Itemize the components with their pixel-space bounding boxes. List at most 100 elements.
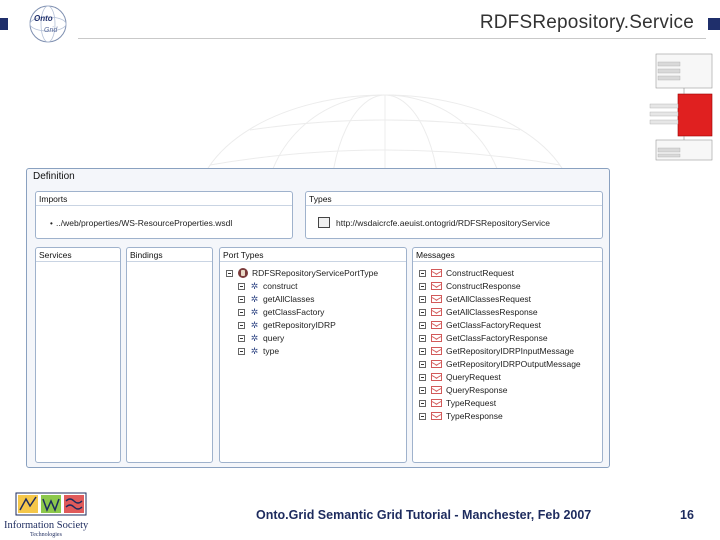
- messages-divider: [413, 261, 602, 262]
- message-icon: [431, 412, 442, 420]
- services-title: Services: [39, 250, 72, 260]
- expand-icon[interactable]: [419, 360, 426, 368]
- expand-icon[interactable]: [419, 347, 426, 355]
- message-label: GetClassFactoryRequest: [446, 320, 541, 330]
- operation-item[interactable]: ✲ getRepositoryIDRP: [238, 320, 336, 330]
- message-icon: [431, 282, 442, 290]
- org-sub-label: Technologies: [30, 532, 62, 538]
- message-icon: [431, 360, 442, 368]
- operation-label: type: [263, 346, 280, 356]
- operation-icon: ✲: [250, 345, 259, 356]
- bindings-section: Bindings: [126, 247, 213, 463]
- message-icon: [431, 269, 442, 277]
- types-divider: [306, 205, 602, 206]
- services-section: Services: [35, 247, 121, 463]
- ontogrid-logo: Onto Grid: [29, 5, 67, 43]
- message-item[interactable]: ConstructRequest: [419, 268, 514, 278]
- message-label: GetRepositoryIDRPInputMessage: [446, 346, 575, 356]
- port-types-title: Port Types: [223, 250, 264, 260]
- message-icon: [431, 347, 442, 355]
- page-title: RDFSRepository.Service: [479, 12, 694, 33]
- expand-icon[interactable]: [238, 295, 245, 303]
- message-label: ConstructResponse: [446, 281, 521, 291]
- expand-icon[interactable]: [238, 321, 245, 329]
- message-icon: [431, 308, 442, 316]
- wsdl-definition-panel: Definition Imports • ../web/properties/WS…: [26, 168, 610, 468]
- message-label: GetAllClassesRequest: [446, 294, 532, 304]
- expand-icon[interactable]: [419, 321, 426, 329]
- definition-title: Definition: [33, 171, 75, 182]
- bindings-title: Bindings: [130, 250, 163, 260]
- message-item[interactable]: GetClassFactoryRequest: [419, 320, 541, 330]
- message-icon: [431, 386, 442, 394]
- imports-section: Imports • ../web/properties/WS-ResourcePr…: [35, 191, 293, 239]
- types-title: Types: [309, 194, 332, 204]
- header-square-right: [708, 18, 720, 30]
- types-url[interactable]: http://wsdaicrcfe.aeuist.ontogrid/RDFSRe…: [336, 218, 550, 228]
- operation-label: getAllClasses: [263, 294, 315, 304]
- message-item[interactable]: GetAllClassesResponse: [419, 307, 538, 317]
- expand-icon[interactable]: [419, 295, 426, 303]
- expand-icon[interactable]: [238, 347, 245, 355]
- message-label: GetAllClassesResponse: [446, 307, 538, 317]
- import-item[interactable]: • ../web/properties/WS-ResourceProperties…: [50, 218, 232, 228]
- message-item[interactable]: ConstructResponse: [419, 281, 521, 291]
- expand-icon[interactable]: [419, 412, 426, 420]
- operation-icon: ✲: [250, 332, 259, 343]
- message-item[interactable]: QueryResponse: [419, 385, 507, 395]
- operation-label: getRepositoryIDRP: [263, 320, 336, 330]
- operation-label: query: [263, 333, 285, 343]
- message-label: QueryResponse: [446, 385, 508, 395]
- message-item[interactable]: GetAllClassesRequest: [419, 294, 531, 304]
- expand-icon[interactable]: [419, 399, 426, 407]
- message-icon: [431, 399, 442, 407]
- messages-title: Messages: [416, 250, 455, 260]
- expand-icon[interactable]: [419, 282, 426, 290]
- message-item[interactable]: TypeRequest: [419, 398, 496, 408]
- expand-icon[interactable]: [419, 308, 426, 316]
- message-item[interactable]: GetRepositoryIDRPOutputMessage: [419, 359, 581, 369]
- expand-icon[interactable]: [419, 334, 426, 342]
- operation-item[interactable]: ✲ construct: [238, 281, 298, 291]
- imports-title: Imports: [39, 194, 68, 204]
- message-item[interactable]: QueryRequest: [419, 372, 501, 382]
- port-type-root[interactable]: RDFSRepositoryServicePortType: [226, 268, 378, 278]
- port-type-icon: [238, 268, 248, 278]
- operation-icon: ✲: [250, 319, 259, 330]
- operation-item[interactable]: ✲ getClassFactory: [238, 307, 324, 317]
- expand-icon[interactable]: [238, 308, 245, 316]
- svg-text:Grid: Grid: [44, 27, 58, 34]
- expand-icon[interactable]: [238, 334, 245, 342]
- port-type-root-label: RDFSRepositoryServicePortType: [252, 268, 379, 278]
- expand-icon[interactable]: [419, 373, 426, 381]
- operation-label: getClassFactory: [263, 307, 325, 317]
- collapse-icon[interactable]: [226, 269, 233, 277]
- message-item[interactable]: GetRepositoryIDRPInputMessage: [419, 346, 574, 356]
- port-types-section: Port Types RDFSRepositoryServicePortType…: [219, 247, 407, 463]
- operation-icon: ✲: [250, 293, 259, 304]
- page-number: 16: [680, 508, 694, 522]
- expand-icon[interactable]: [238, 282, 245, 290]
- message-label: TypeRequest: [446, 398, 497, 408]
- import-path: ../web/properties/WS-ResourceProperties.…: [56, 218, 233, 228]
- operation-label: construct: [263, 281, 298, 291]
- message-icon: [431, 334, 442, 342]
- message-item[interactable]: GetClassFactoryResponse: [419, 333, 548, 343]
- message-label: QueryRequest: [446, 372, 501, 382]
- messages-section: Messages ConstructRequest ConstructRespo…: [412, 247, 603, 463]
- org-label: Information Society: [4, 520, 89, 531]
- svg-text:Onto: Onto: [34, 14, 53, 23]
- header-square-left: [0, 18, 8, 30]
- message-icon: [431, 373, 442, 381]
- expand-icon[interactable]: [419, 269, 426, 277]
- message-icon: [431, 321, 442, 329]
- types-section: Types http://wsdaicrcfe.aeuist.ontogrid/…: [305, 191, 603, 239]
- port-types-divider: [220, 261, 406, 262]
- message-label: TypeResponse: [446, 411, 503, 421]
- message-item[interactable]: TypeResponse: [419, 411, 503, 421]
- expand-icon[interactable]: [419, 386, 426, 394]
- operation-item[interactable]: ✲ type: [238, 346, 279, 356]
- operation-item[interactable]: ✲ query: [238, 333, 284, 343]
- operation-item[interactable]: ✲ getAllClasses: [238, 294, 315, 304]
- message-icon: [431, 295, 442, 303]
